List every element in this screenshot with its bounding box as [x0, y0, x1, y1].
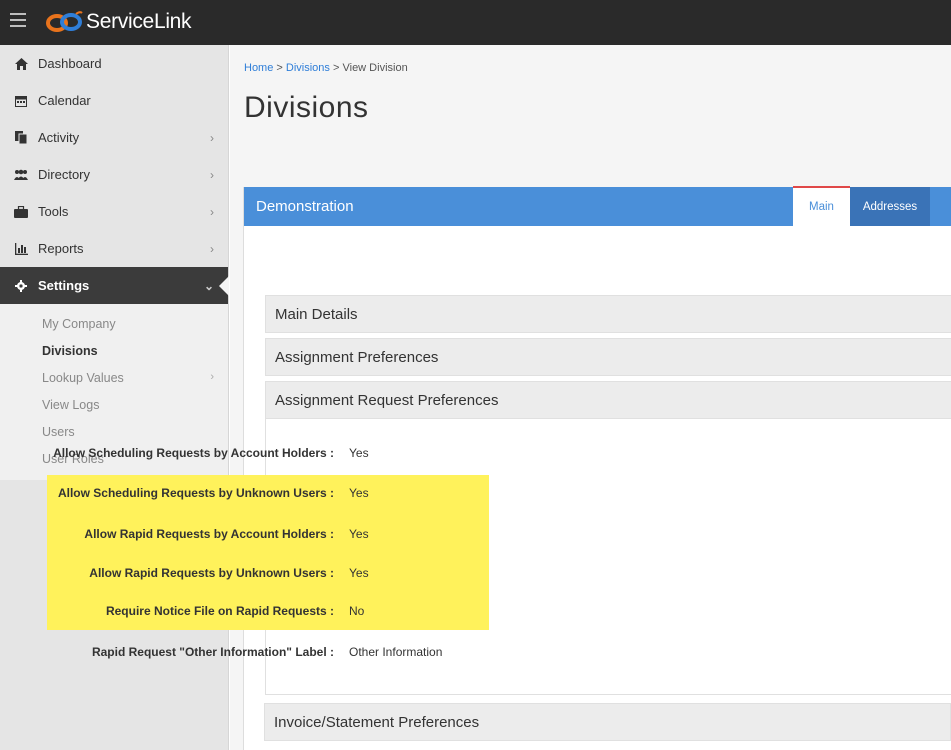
gear-icon [14, 279, 28, 293]
field-value: No [349, 604, 365, 618]
users-icon [14, 168, 28, 182]
section-assignment-request-preferences[interactable]: Assignment Request Preferences [265, 381, 951, 419]
sidebar-item-label: Activity [38, 130, 80, 145]
subitem-label: My Company [42, 316, 116, 331]
sidebar-item-calendar[interactable]: Calendar [0, 82, 228, 119]
field-label: Allow Scheduling Requests by Unknown Use… [57, 486, 334, 500]
subitem-label: Lookup Values [42, 370, 124, 385]
field-row: Allow Scheduling Requests by Account Hol… [40, 446, 680, 466]
sidebar-item-tools[interactable]: Tools › [0, 193, 228, 230]
section-invoice-statement-preferences[interactable]: Invoice/Statement Preferences [264, 703, 951, 741]
subitem-label: Users [42, 424, 75, 439]
panel-header: Demonstration Main Addresses [244, 186, 951, 226]
tab-main[interactable]: Main [793, 186, 850, 226]
sidebar-item-dashboard[interactable]: Dashboard [0, 45, 228, 82]
breadcrumb-separator: > [332, 62, 340, 74]
sidebar-item-activity[interactable]: Activity › [0, 119, 228, 156]
section-main-details[interactable]: Main Details [265, 295, 951, 333]
sidebar-item-settings[interactable]: Settings ⌄ [0, 267, 229, 304]
sidebar-item-label: Settings [38, 278, 90, 293]
section-assignment-preferences[interactable]: Assignment Preferences [265, 338, 951, 376]
sidebar-item-label: Directory [38, 167, 91, 182]
chevron-right-icon: › [210, 242, 214, 256]
menu-icon[interactable] [10, 13, 26, 29]
section-title: Assignment Request Preferences [275, 391, 499, 409]
sidebar-subitem-divisions[interactable]: Divisions [0, 337, 228, 364]
field-label: Allow Scheduling Requests by Account Hol… [53, 446, 334, 460]
field-value: Yes [349, 486, 369, 500]
logo-text-service: Service [86, 10, 154, 33]
field-label: Allow Rapid Requests by Unknown Users : [89, 566, 334, 580]
panel-title: Demonstration [256, 198, 354, 215]
chevron-down-icon: ⌄ [203, 279, 214, 293]
field-value: Yes [349, 527, 369, 541]
home-icon [14, 57, 28, 71]
tab-addresses[interactable]: Addresses [850, 187, 930, 226]
sidebar-subitem-my-company[interactable]: My Company [0, 310, 228, 337]
sidebar-subitem-users[interactable]: Users [0, 418, 228, 445]
copy-icon [14, 131, 28, 145]
sidebar-item-label: Reports [38, 241, 84, 256]
field-row: Allow Scheduling Requests by Unknown Use… [40, 486, 680, 506]
field-row: Allow Rapid Requests by Unknown Users : … [40, 566, 680, 586]
field-label: Require Notice File on Rapid Requests : [105, 604, 334, 618]
breadcrumb-home-link[interactable]: Home [244, 62, 273, 74]
sidebar-item-reports[interactable]: Reports › [0, 230, 228, 267]
section-title: Invoice/Statement Preferences [274, 713, 480, 731]
sidebar-item-directory[interactable]: Directory › [0, 156, 228, 193]
field-value: Yes [349, 566, 369, 580]
field-row: Rapid Request "Other Information" Label … [40, 645, 680, 665]
logo-text: ServiceLink [86, 10, 192, 34]
section-title: Assignment Preferences [275, 348, 439, 366]
sidebar-subitem-view-logs[interactable]: View Logs [0, 391, 228, 418]
bar-chart-icon [14, 242, 28, 256]
field-row: Require Notice File on Rapid Requests : … [40, 604, 680, 624]
field-value: Yes [349, 446, 369, 460]
app-logo[interactable]: ServiceLink [46, 8, 192, 36]
page-title: Divisions [244, 91, 369, 124]
chevron-right-icon: › [210, 168, 214, 182]
field-label: Rapid Request "Other Information" Label … [91, 645, 334, 659]
top-bar: ServiceLink [0, 0, 951, 45]
subitem-label: View Logs [42, 397, 100, 412]
chain-link-icon [46, 11, 83, 32]
section-title: Main Details [275, 305, 358, 323]
field-label: Allow Rapid Requests by Account Holders … [84, 527, 334, 541]
briefcase-icon [14, 205, 28, 219]
sidebar-subitem-lookup-values[interactable]: Lookup Values › [0, 364, 228, 391]
division-panel: Demonstration Main Addresses Main Detail… [243, 186, 951, 750]
field-row: Allow Rapid Requests by Account Holders … [40, 527, 680, 547]
sidebar-item-label: Tools [38, 204, 69, 219]
calendar-icon [14, 94, 28, 108]
subitem-label: Divisions [42, 343, 98, 358]
breadcrumb-divisions-link[interactable]: Divisions [286, 62, 330, 74]
field-value: Other Information [349, 645, 443, 659]
breadcrumb-current: View Division [342, 62, 408, 74]
sidebar-item-label: Calendar [38, 93, 91, 108]
chevron-right-icon: › [210, 131, 214, 145]
sidebar-item-label: Dashboard [38, 56, 102, 71]
chevron-right-icon: › [210, 205, 214, 219]
logo-text-link: Link [153, 10, 192, 33]
breadcrumb-separator: > [276, 62, 283, 74]
breadcrumb: Home > Divisions > View Division [244, 62, 408, 74]
chevron-right-icon: › [210, 371, 214, 383]
